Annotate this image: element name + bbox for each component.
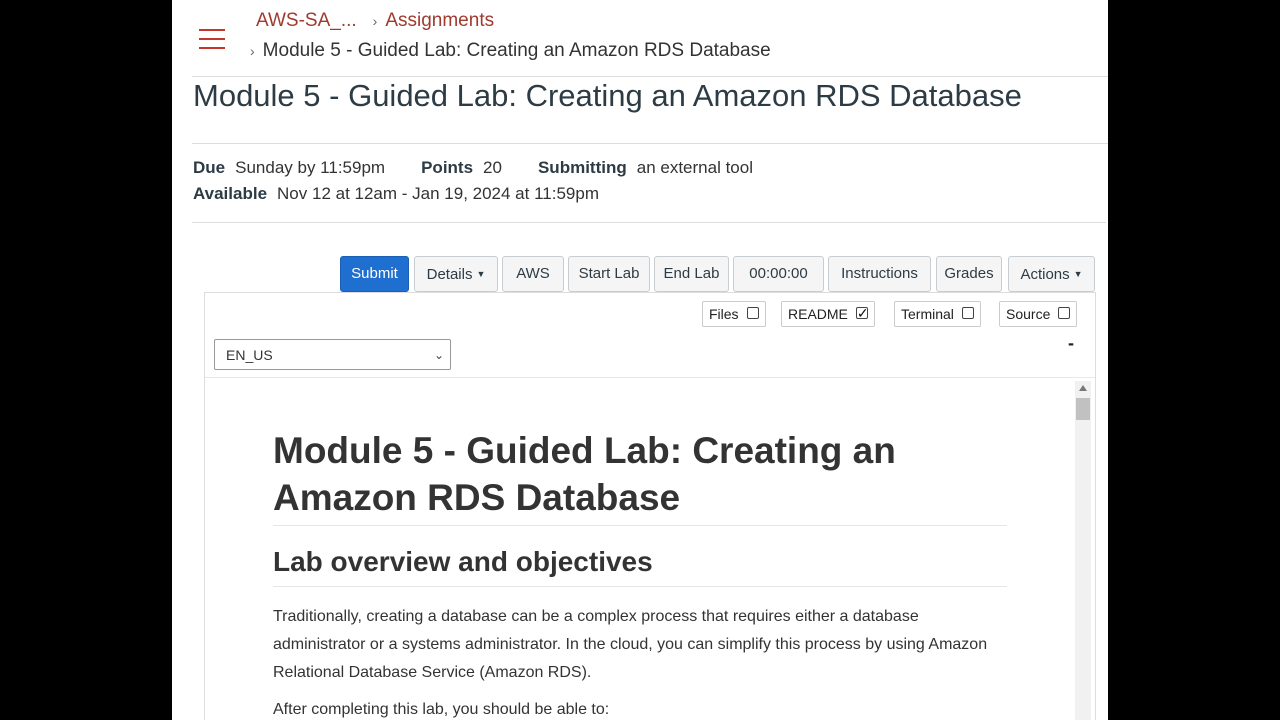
caret-down-icon: ▼ [476,269,486,279]
source-checkbox[interactable] [1058,307,1071,319]
breadcrumb-current-row: › Module 5 - Guided Lab: Creating an Amaz… [250,40,771,62]
details-label: Details [426,266,473,283]
vertical-scrollbar[interactable] [1075,381,1091,720]
actions-button[interactable]: Actions ▼ [1008,256,1095,292]
start-lab-button[interactable]: Start Lab [568,256,650,292]
chevron-down-icon: ⌄ [433,348,444,362]
readme-toggle-label: README [788,306,848,322]
source-toggle-label: Source [1006,306,1051,322]
aws-button[interactable]: AWS [502,256,564,292]
readme-heading: Module 5 - Guided Lab: Creating an Amazo… [273,427,1007,526]
readme-toggle[interactable]: README [781,301,875,327]
actions-label: Actions [1020,266,1070,283]
source-toggle[interactable]: Source [999,301,1078,327]
files-toggle-label: Files [709,306,739,322]
end-lab-button[interactable]: End Lab [654,256,729,292]
instructions-button[interactable]: Instructions [828,256,931,292]
submitting-value: an external tool [636,158,753,177]
breadcrumb-current: Module 5 - Guided Lab: Creating an Amazo… [262,40,771,61]
lab-content-frame: Files README Terminal Source EN_US ⌄ - M… [204,292,1096,720]
points-label: Points [421,158,474,177]
breadcrumb-separator-icon: › [372,13,378,29]
due-value: Sunday by 11:59pm [235,158,386,177]
breadcrumb-assignments-link[interactable]: Assignments [385,10,494,31]
breadcrumb: AWS-SA_... › Assignments [256,10,494,32]
files-toggle[interactable]: Files [702,301,766,327]
available-value: Nov 12 at 12am - Jan 19, 2024 at 11:59pm [277,184,599,203]
submitting-label: Submitting [537,158,627,177]
readme-paragraph: After completing this lab, you should be… [273,701,610,718]
terminal-checkbox[interactable] [961,307,974,319]
caret-down-icon: ▼ [1073,269,1083,279]
available-label: Available [193,184,268,203]
divider [205,377,1095,378]
assignment-meta-row-1: Due Sunday by 11:59pm Points 20 Submitting an… [193,158,753,178]
hamburger-menu-icon[interactable] [199,29,225,49]
terminal-toggle-label: Terminal [901,306,954,322]
breadcrumb-course-link[interactable]: AWS-SA_... [256,10,357,31]
collapse-button[interactable]: - [1068,333,1074,354]
scroll-up-arrow-icon[interactable] [1079,385,1087,391]
canvas-page: AWS-SA_... › Assignments › Module 5 - Guide… [172,0,1108,720]
language-select-value: EN_US [226,347,273,363]
files-checkbox[interactable] [746,307,759,319]
submit-button[interactable]: Submit [340,256,409,292]
points-value: 20 [483,158,502,177]
readme-checkbox[interactable] [855,301,869,325]
breadcrumb-separator-icon: › [250,43,255,59]
divider [192,76,1108,77]
readme-paragraph: Traditionally, creating a database can b… [273,608,988,681]
due-label: Due [193,158,226,177]
details-button[interactable]: Details ▼ [414,256,498,292]
language-select[interactable]: EN_US ⌄ [214,339,451,370]
page-title: Module 5 - Guided Lab: Creating an Amazo… [193,78,1022,113]
assignment-meta-row-2: Available Nov 12 at 12am - Jan 19, 2024 a… [193,184,599,204]
divider [192,222,1106,223]
terminal-toggle[interactable]: Terminal [894,301,981,327]
readme-document: Module 5 - Guided Lab: Creating an Amazo… [273,413,1007,720]
readme-subheading: Lab overview and objectives [273,546,1007,587]
grades-button[interactable]: Grades [936,256,1002,292]
lab-timer: 00:00:00 [733,256,824,292]
scrollbar-thumb[interactable] [1076,398,1090,420]
divider [192,143,1108,144]
